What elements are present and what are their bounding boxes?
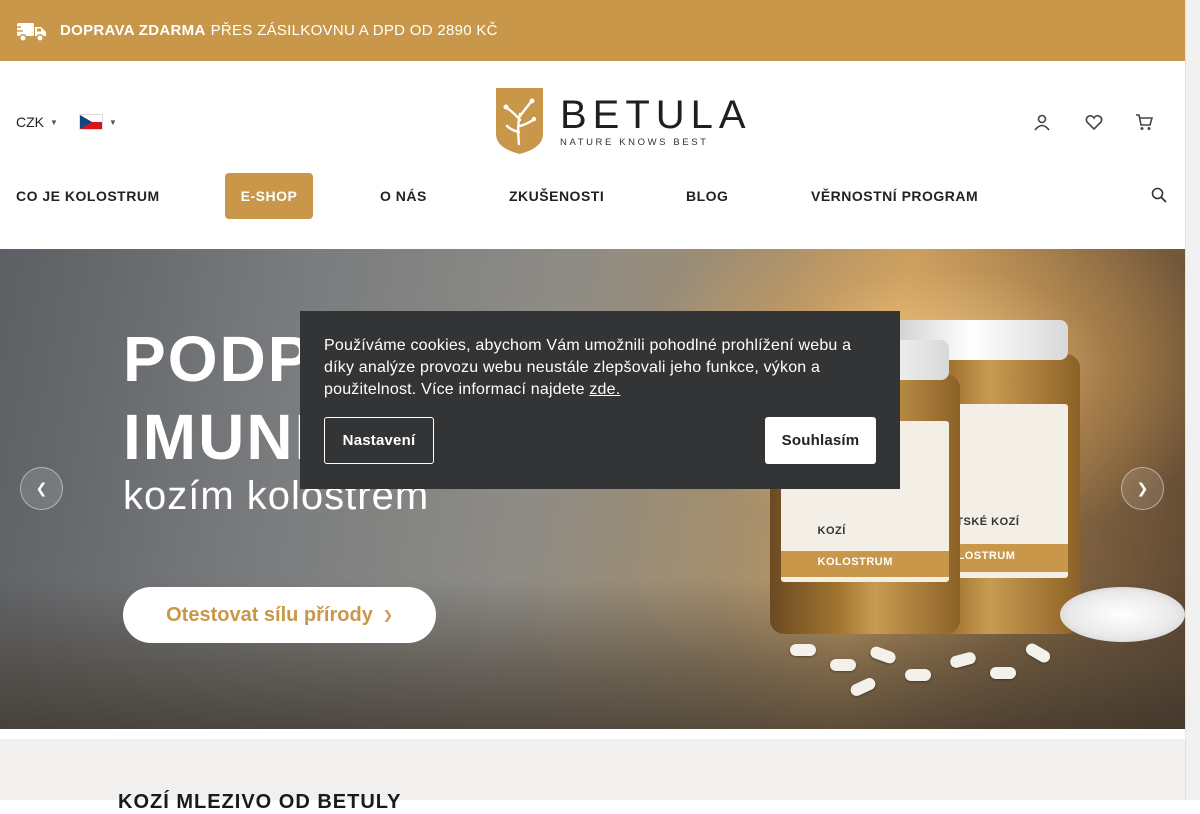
intro-section: KOZÍ MLEZIVO OD BETULY [0, 739, 1185, 813]
site-logo[interactable]: BETULA NATURE KNOWS BEST [493, 86, 752, 156]
hero-cta-button[interactable]: Otestovat sílu přírody ❯ [123, 587, 436, 643]
chevron-right-icon: ❯ [382, 608, 393, 622]
czech-flag-icon [79, 114, 103, 130]
heart-icon [1085, 114, 1103, 131]
nav-item-colostrum[interactable]: CO JE KOLOSTRUM [16, 173, 160, 219]
logo-wordmark: BETULA [560, 92, 752, 137]
jar-lid [1060, 587, 1185, 642]
slider-prev-button[interactable]: ❮ [20, 467, 63, 510]
user-icon [1034, 114, 1050, 131]
shipping-condition-text: PŘES ZÁSILKOVNU A DPD OD 2890 KČ [210, 22, 498, 39]
capsule [790, 644, 816, 656]
nav-item-eshop[interactable]: E-SHOP [225, 173, 313, 219]
hero-heading-line2: IMUNI [123, 401, 315, 473]
betula-logo-icon [496, 88, 543, 154]
chevron-right-icon: ❯ [1136, 480, 1149, 496]
hero-cta-label: Otestovat sílu přírody [166, 603, 373, 626]
cookie-more-info-link[interactable]: zde. [589, 381, 620, 398]
jar-label-goat-sub: KOLOSTRUM [817, 556, 893, 568]
chevron-left-icon: ❮ [35, 480, 48, 496]
chevron-down-icon: ▼ [109, 117, 117, 127]
nav-item-loyalty[interactable]: VĚRNOSTNÍ PROGRAM [811, 173, 978, 219]
page-scrollbar[interactable] [1185, 0, 1200, 800]
main-navigation: CO JE KOLOSTRUM E-SHOP O NÁS ZKUŠENOSTI … [0, 173, 1185, 219]
nav-item-experiences[interactable]: ZKUŠENOSTI [509, 173, 604, 219]
nav-item-about[interactable]: O NÁS [380, 173, 427, 219]
wishlist-button[interactable] [1085, 113, 1103, 131]
shipping-banner: DOPRAVA ZDARMA PŘES ZÁSILKOVNU A DPD OD … [0, 0, 1185, 61]
capsule [830, 659, 856, 671]
jar-label-goat: KOZÍ [817, 524, 846, 537]
currency-selector[interactable]: CZK ▼ [16, 114, 58, 130]
cookie-settings-button[interactable]: Nastavení [324, 417, 434, 464]
capsule [905, 669, 931, 681]
slider-next-button[interactable]: ❯ [1121, 467, 1164, 510]
cookie-text: Používáme cookies, abychom Vám umožnili … [324, 337, 852, 398]
hero-heading-line1: PODP [123, 323, 313, 395]
site-header: CZK ▼ ▼ BETULA NATURE KNOWS BEST [0, 61, 1185, 183]
search-icon[interactable] [1151, 187, 1167, 203]
section-title: KOZÍ MLEZIVO OD BETULY [118, 791, 402, 813]
cookie-agree-button[interactable]: Souhlasím [765, 417, 876, 464]
language-selector[interactable]: ▼ [79, 114, 117, 130]
nav-item-blog[interactable]: BLOG [686, 173, 728, 219]
currency-label: CZK [16, 114, 44, 130]
chevron-down-icon: ▼ [50, 117, 58, 127]
cart-button[interactable] [1135, 113, 1153, 131]
shipping-free-label: DOPRAVA ZDARMA [60, 22, 206, 39]
cookie-consent-dialog: Používáme cookies, abychom Vám umožnili … [300, 311, 900, 489]
account-button[interactable] [1033, 113, 1051, 131]
logo-tagline: NATURE KNOWS BEST [560, 136, 709, 148]
capsule [990, 667, 1016, 679]
truck-icon [16, 22, 46, 42]
cart-icon [1136, 114, 1153, 130]
